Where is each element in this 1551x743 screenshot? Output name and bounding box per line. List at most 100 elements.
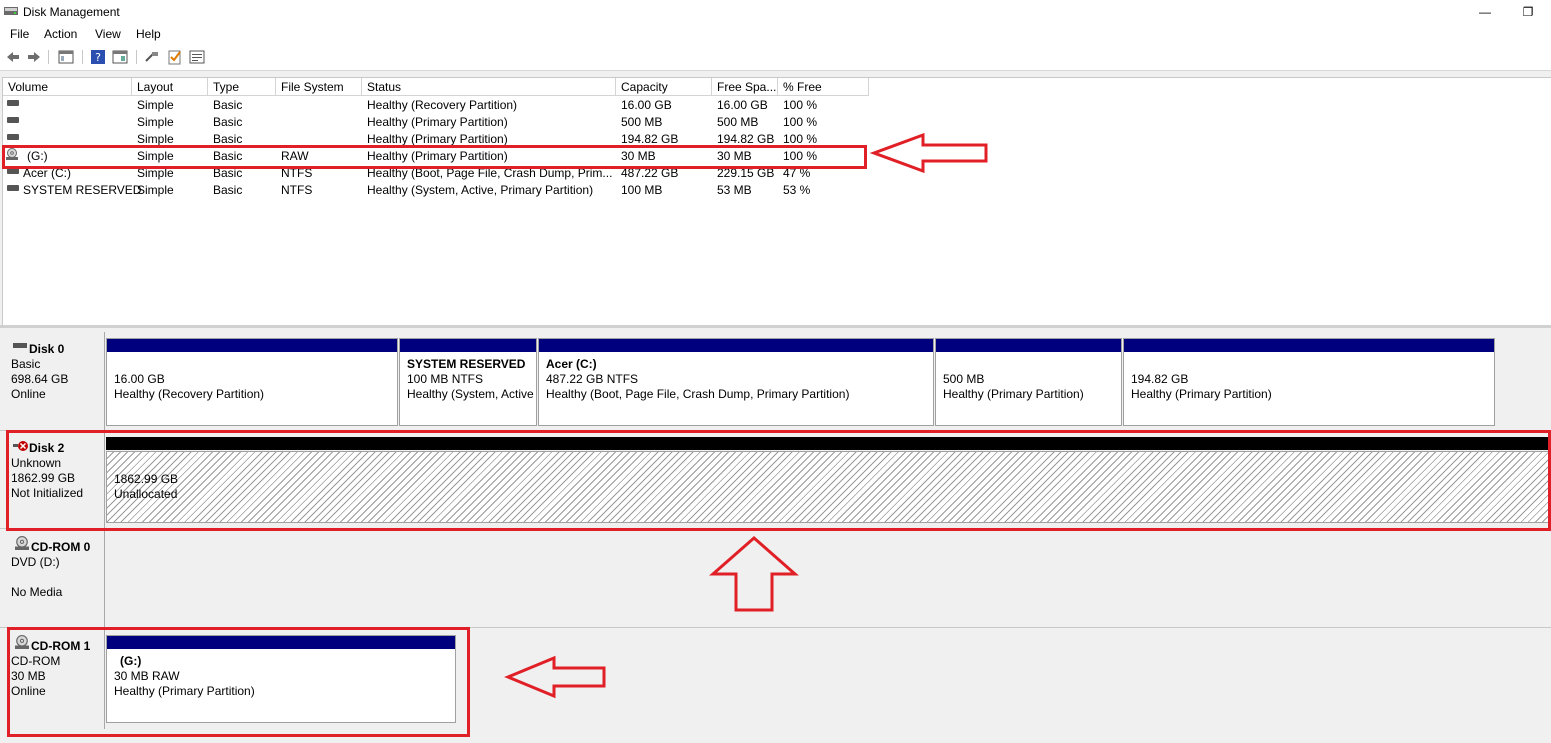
volume-capacity: 500 MB (621, 115, 663, 129)
disk-label-disk-0[interactable]: Disk 0 Basic 698.64 GB Online (2, 332, 105, 430)
connect-icon[interactable] (144, 49, 160, 65)
drive-icon (7, 134, 19, 140)
unallocated-region[interactable]: 1862.99 GB Unallocated (106, 451, 1549, 523)
restore-button[interactable]: ❐ (1513, 3, 1543, 21)
drive-icon (7, 185, 19, 191)
volume-type: Basic (213, 115, 243, 129)
disk-label-disk-2[interactable]: Disk 2 Unknown 1862.99 GB Not Initialize… (2, 432, 105, 528)
disk-size: 698.64 GB (11, 372, 69, 386)
disk-state: No Media (11, 585, 63, 599)
volume-type: Basic (213, 98, 243, 112)
column-header-free-space[interactable]: Free Spa... (712, 78, 778, 96)
back-arrow-icon[interactable] (5, 49, 21, 65)
disk-name: CD-ROM 0 (31, 540, 91, 554)
partition-status: Healthy (Primary Partition) (943, 387, 1084, 401)
volume-layout: Simple (137, 149, 174, 163)
volume-status: Healthy (System, Active, Primary Partiti… (367, 183, 594, 197)
volume-percent-free: 100 % (783, 98, 818, 112)
menu-file[interactable]: File (10, 27, 29, 41)
partition-bar (1124, 339, 1494, 352)
column-header-volume[interactable]: Volume (3, 78, 132, 96)
volume-row[interactable]: (G:) Simple Basic RAW Healthy (Primary P… (3, 147, 1551, 164)
forward-arrow-icon[interactable] (26, 49, 42, 65)
column-header-percent-free[interactable]: % Free (778, 78, 869, 96)
partition-system-reserved[interactable]: SYSTEM RESERVED 100 MB NTFS Healthy (Sys… (399, 338, 537, 426)
volume-free-space: 229.15 GB (717, 166, 775, 180)
column-header-layout[interactable]: Layout (132, 78, 208, 96)
unallocated-bar (106, 437, 1549, 450)
disk-type: DVD (D:) (11, 555, 60, 569)
disk-type: CD-ROM (11, 654, 61, 668)
toolbar-separator (136, 50, 137, 64)
volume-layout: Simple (137, 115, 174, 129)
column-header-capacity[interactable]: Capacity (616, 78, 712, 96)
partition-cdrom-g[interactable]: (G:) 30 MB RAW Healthy (Primary Partitio… (106, 635, 456, 723)
cd-drive-icon (15, 536, 29, 550)
window-title: Disk Management (23, 5, 120, 19)
partition-bar (107, 636, 455, 649)
disk-label-cdrom-0[interactable]: CD-ROM 0 DVD (D:) No Media (2, 530, 105, 627)
volume-type: Basic (213, 149, 243, 163)
toolbar-separator (48, 50, 49, 64)
volume-row[interactable]: Simple Basic Healthy (Primary Partition)… (3, 130, 1551, 147)
partition-acer-c[interactable]: Acer (C:) 487.22 GB NTFS Healthy (Boot, … (538, 338, 934, 426)
cd-drive-icon (15, 635, 29, 649)
volume-free-space: 53 MB (717, 183, 752, 197)
volume-type: Basic (213, 132, 243, 146)
volume-layout: Simple (137, 166, 174, 180)
volume-capacity: 194.82 GB (621, 132, 679, 146)
menu-view[interactable]: View (95, 27, 121, 41)
partition-194gb[interactable]: 194.82 GB Healthy (Primary Partition) (1123, 338, 1495, 426)
disk-state: Online (11, 387, 46, 401)
disk-name: Disk 2 (29, 441, 65, 455)
volume-capacity: 16.00 GB (621, 98, 672, 112)
minimize-button[interactable]: — (1470, 3, 1500, 21)
volume-type: Basic (213, 166, 243, 180)
properties-view-icon[interactable] (112, 49, 128, 65)
partition-size: 100 MB NTFS (407, 372, 484, 386)
column-header-file-system[interactable]: File System (276, 78, 362, 96)
volume-row[interactable]: SYSTEM RESERVED Simple Basic NTFS Health… (3, 181, 1551, 198)
volume-row[interactable]: Simple Basic Healthy (Primary Partition)… (3, 113, 1551, 130)
menu-action[interactable]: Action (44, 27, 77, 41)
partition-status: Healthy (Recovery Partition) (114, 387, 265, 401)
volume-free-space: 194.82 GB (717, 132, 775, 146)
volume-status: Healthy (Primary Partition) (367, 132, 508, 146)
help-icon[interactable]: ? (90, 49, 106, 65)
volume-percent-free: 100 % (783, 115, 818, 129)
settings-view-icon[interactable] (189, 49, 205, 65)
partition-size: 500 MB (943, 372, 985, 386)
toolbar-separator (82, 50, 83, 64)
list-view-icon[interactable] (58, 49, 74, 65)
disk-row-cdrom-0: CD-ROM 0 DVD (D:) No Media (0, 530, 1551, 628)
column-header-type[interactable]: Type (208, 78, 276, 96)
volume-free-space: 30 MB (717, 149, 752, 163)
unallocated-label: Unallocated (114, 487, 178, 501)
volume-type: Basic (213, 183, 243, 197)
volume-percent-free: 53 % (783, 183, 811, 197)
partition-bar (400, 339, 536, 352)
disk-name: CD-ROM 1 (31, 639, 91, 653)
disk-type: Unknown (11, 456, 62, 470)
partition-recovery[interactable]: 16.00 GB Healthy (Recovery Partition) (106, 338, 398, 426)
volume-name: (G:) (27, 149, 48, 163)
volume-layout: Simple (137, 132, 174, 146)
volume-row[interactable]: Acer (C:) Simple Basic NTFS Healthy (Boo… (3, 164, 1551, 181)
menu-help[interactable]: Help (136, 27, 161, 41)
disk-label-cdrom-1[interactable]: CD-ROM 1 CD-ROM 30 MB Online (2, 629, 105, 729)
disk-row-disk-0: Disk 0 Basic 698.64 GB Online 16.00 GB H… (0, 332, 1551, 431)
disk-state: Not Initialized (11, 486, 84, 500)
volume-row[interactable]: Simple Basic Healthy (Recovery Partition… (3, 96, 1551, 113)
volume-percent-free: 100 % (783, 132, 818, 146)
volume-status: Healthy (Primary Partition) (367, 115, 508, 129)
volume-file-system: RAW (281, 149, 309, 163)
disk-name: Disk 0 (29, 342, 65, 356)
disk-row-disk-2: Disk 2 Unknown 1862.99 GB Not Initialize… (0, 432, 1551, 529)
column-header-status[interactable]: Status (362, 78, 616, 96)
checklist-icon[interactable] (167, 49, 183, 65)
partition-size: 30 MB RAW (114, 669, 180, 683)
partition-status: Healthy (Boot, Page File, Crash Dump, Pr… (546, 387, 850, 401)
volume-status: Healthy (Recovery Partition) (367, 98, 518, 112)
partition-500mb[interactable]: 500 MB Healthy (Primary Partition) (935, 338, 1122, 426)
volume-file-system: NTFS (281, 183, 313, 197)
